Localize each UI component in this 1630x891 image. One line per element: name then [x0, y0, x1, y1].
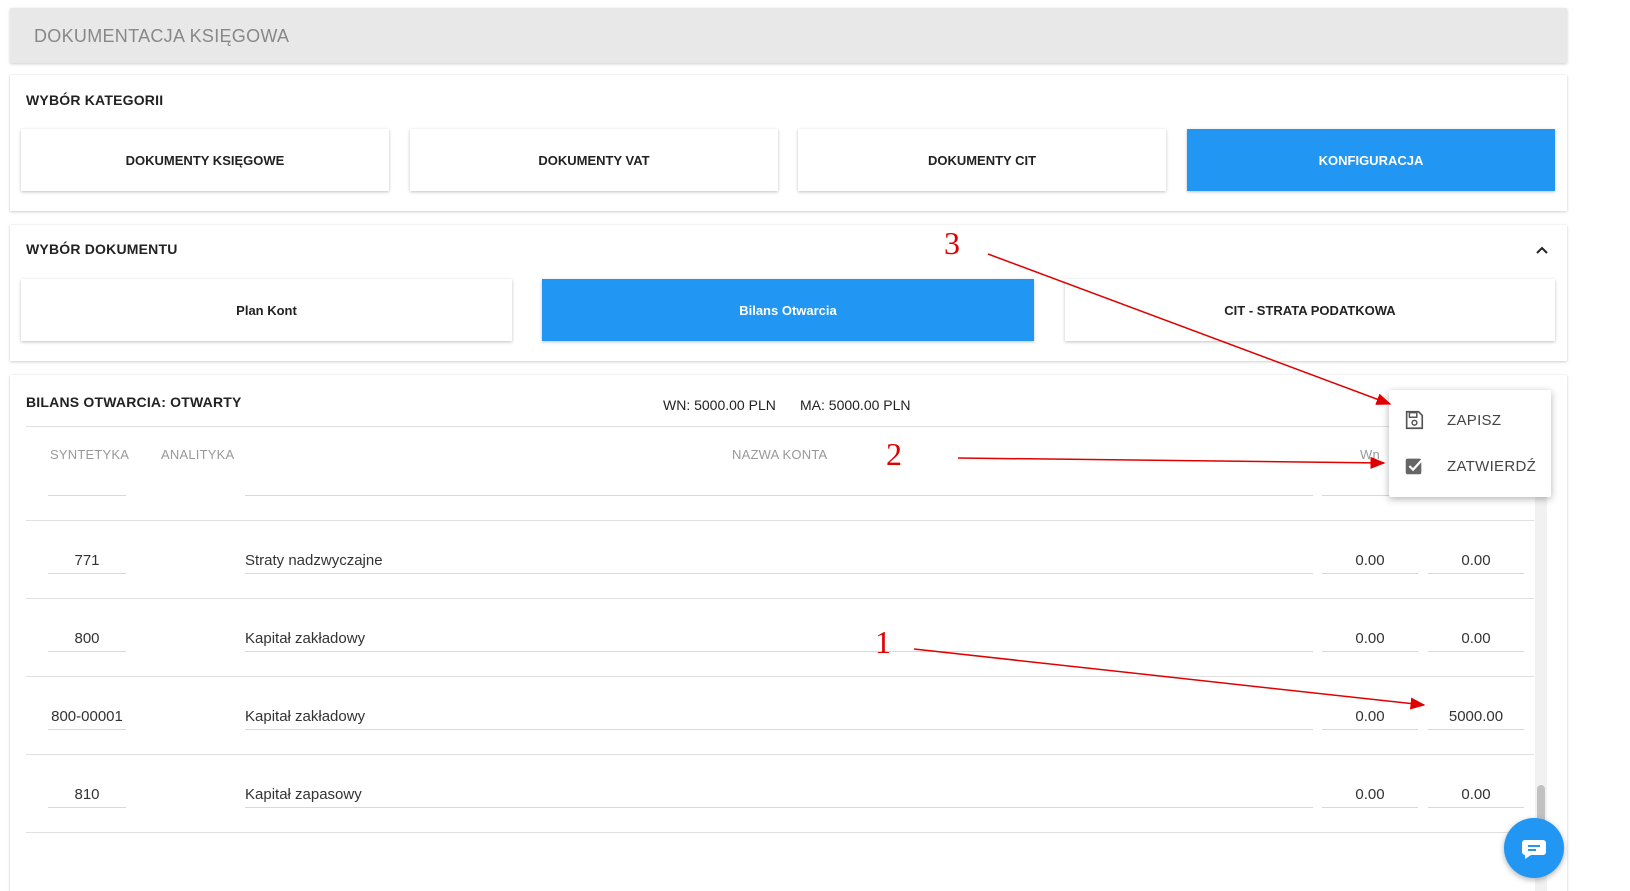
annotation-arrow-1 [913, 648, 1426, 710]
annotation-label-3: 3 [944, 225, 960, 261]
annotation-label-1: 1 [875, 624, 891, 660]
annotation-arrows [913, 253, 1426, 710]
annotation-arrow-2 [957, 456, 1386, 469]
annotation-label-2: 2 [886, 436, 902, 472]
annotation-arrow-3 [987, 253, 1392, 405]
